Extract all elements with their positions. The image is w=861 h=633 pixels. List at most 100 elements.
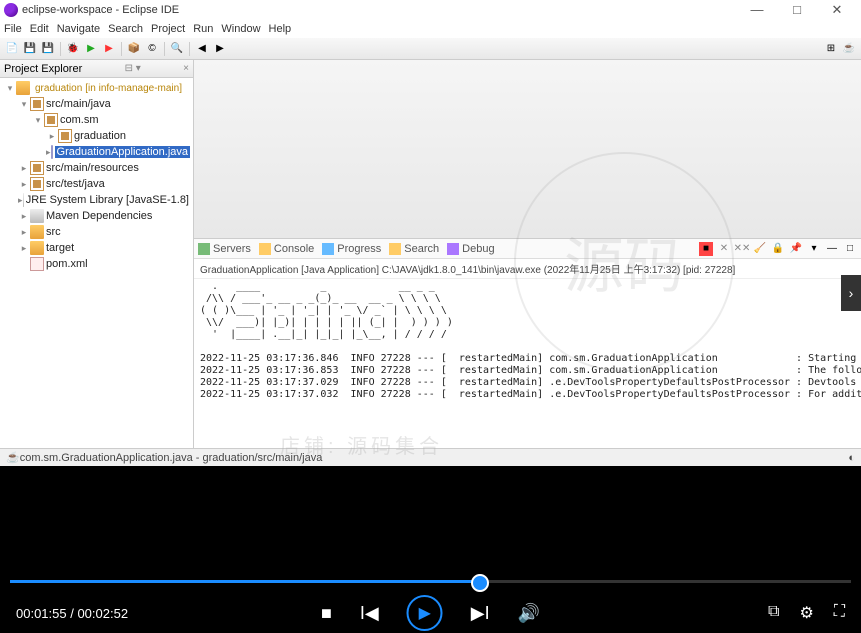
expand-sidebar-button[interactable]: ›: [841, 275, 861, 311]
project-tree: ▾graduation[in info-manage-main]▾src/mai…: [0, 78, 193, 448]
tree-item[interactable]: ▸ src: [0, 224, 193, 240]
tree-item[interactable]: pom.xml: [0, 256, 193, 272]
min-console-button[interactable]: —: [825, 242, 839, 256]
panel-close-button[interactable]: ×: [183, 63, 189, 74]
window-title: eclipse-workspace - Eclipse IDE: [22, 4, 179, 16]
search-icon: [389, 243, 401, 255]
titlebar[interactable]: eclipse-workspace - Eclipse IDE — □ ✕: [0, 0, 861, 20]
tab-progress[interactable]: Progress: [322, 243, 381, 255]
java-perspective-icon[interactable]: ☕: [841, 41, 857, 57]
terminate-button[interactable]: ■: [699, 242, 713, 256]
maximize-button[interactable]: □: [777, 2, 817, 18]
tab-servers[interactable]: Servers: [198, 243, 251, 255]
tree-item[interactable]: ▸graduation: [0, 128, 193, 144]
panel-collapse-button[interactable]: ⊟ ▾: [125, 63, 141, 74]
run-ext-button[interactable]: ▶: [101, 41, 117, 57]
progress-bar[interactable]: [10, 580, 851, 583]
back-button[interactable]: ◀: [194, 41, 210, 57]
remove-all-button[interactable]: ✕✕: [735, 242, 749, 256]
display-console-button[interactable]: ▾: [807, 242, 821, 256]
tree-label: src: [46, 226, 61, 238]
scroll-lock-button[interactable]: 🔒: [771, 242, 785, 256]
tab-debug[interactable]: Debug: [447, 243, 494, 255]
fullscreen-button[interactable]: ⛶: [834, 603, 845, 623]
tree-twist-icon[interactable]: ▸: [18, 211, 30, 222]
tree-item[interactable]: ▾src/main/java: [0, 96, 193, 112]
new-pkg-button[interactable]: 📦: [126, 41, 142, 57]
run-button[interactable]: ▶: [83, 41, 99, 57]
tab-search[interactable]: Search: [389, 243, 439, 255]
pip-button[interactable]: ⧉: [768, 603, 779, 623]
pin-console-button[interactable]: 📌: [789, 242, 803, 256]
tree-twist-icon[interactable]: ▸: [18, 163, 30, 174]
editor-area[interactable]: › 源码 YUAN MA JI HE: [194, 60, 861, 238]
pkg-icon: [58, 129, 72, 143]
max-console-button[interactable]: □: [843, 242, 857, 256]
tree-item[interactable]: ▾graduation[in info-manage-main]: [0, 80, 193, 96]
menu-edit[interactable]: Edit: [30, 23, 49, 35]
tree-item[interactable]: ▸JRE System Library [JavaSE-1.8]: [0, 192, 193, 208]
menu-search[interactable]: Search: [108, 23, 143, 35]
progress-fill: [10, 580, 481, 583]
tree-label: src/test/java: [46, 178, 105, 190]
menubar: File Edit Navigate Search Project Run Window He…: [0, 20, 861, 38]
tree-twist-icon[interactable]: ▸: [46, 131, 58, 142]
tab-console[interactable]: Console: [259, 243, 314, 255]
clear-console-button[interactable]: 🧹: [753, 242, 767, 256]
menu-window[interactable]: Window: [221, 23, 260, 35]
tree-twist-icon[interactable]: ▾: [18, 99, 30, 110]
tree-item[interactable]: ▸ src/test/java: [0, 176, 193, 192]
tree-item[interactable]: ▸ GraduationApplication.java: [0, 144, 193, 160]
search-button[interactable]: 🔍: [169, 41, 185, 57]
statusbar: ☕ com.sm.GraduationApplication.java - gr…: [0, 448, 861, 466]
remove-launch-button[interactable]: ✕: [717, 242, 731, 256]
tree-twist-icon[interactable]: ▸: [18, 195, 23, 206]
console-launch-label: GraduationApplication [Java Application]…: [194, 259, 861, 279]
play-button[interactable]: ▶: [407, 595, 443, 631]
settings-button[interactable]: ⚙: [799, 603, 813, 623]
prev-button[interactable]: I◀: [360, 603, 379, 624]
tree-item[interactable]: ▾com.sm: [0, 112, 193, 128]
tree-item[interactable]: ▸ target: [0, 240, 193, 256]
tree-twist-icon[interactable]: ▾: [32, 115, 44, 126]
tree-label: GraduationApplication.java: [55, 146, 190, 158]
eclipse-icon: [4, 3, 18, 17]
menu-run[interactable]: Run: [193, 23, 213, 35]
save-all-button[interactable]: 💾: [40, 41, 56, 57]
forward-button[interactable]: ▶: [212, 41, 228, 57]
debug-button[interactable]: 🐞: [65, 41, 81, 57]
tree-label: Maven Dependencies: [46, 210, 152, 222]
tree-label: pom.xml: [46, 258, 88, 270]
menu-navigate[interactable]: Navigate: [57, 23, 100, 35]
tree-label: target: [46, 242, 74, 254]
tree-twist-icon[interactable]: ▸: [46, 147, 51, 158]
new-button[interactable]: 📄: [4, 41, 20, 57]
tree-twist-icon[interactable]: ▸: [18, 243, 30, 254]
minimize-button[interactable]: —: [737, 2, 777, 18]
next-button[interactable]: ▶I: [471, 603, 490, 624]
tree-twist-icon[interactable]: ▸: [18, 227, 30, 238]
tab-label: Debug: [462, 243, 494, 255]
main-toolbar: 📄 💾 💾 🐞 ▶ ▶ 📦 © 🔍 ◀ ▶ ⊞ ☕: [0, 38, 861, 60]
status-heap-icon[interactable]: ◐: [848, 452, 855, 464]
stop-button[interactable]: ■: [321, 603, 332, 624]
tree-item[interactable]: ▸src/main/resources: [0, 160, 193, 176]
java-icon: [51, 145, 53, 159]
volume-button[interactable]: 🔊: [518, 603, 540, 624]
perspective-button[interactable]: ⊞: [823, 41, 839, 57]
tree-twist-icon[interactable]: ▸: [18, 179, 30, 190]
tree-item[interactable]: ▸ Maven Dependencies: [0, 208, 193, 224]
close-button[interactable]: ✕: [817, 2, 857, 18]
pkg-icon: [44, 113, 58, 127]
menu-file[interactable]: File: [4, 23, 22, 35]
progress-icon: [322, 243, 334, 255]
tree-twist-icon[interactable]: ▾: [4, 83, 16, 94]
menu-project[interactable]: Project: [151, 23, 185, 35]
new-class-button[interactable]: ©: [144, 41, 160, 57]
menu-help[interactable]: Help: [269, 23, 292, 35]
status-path: com.sm.GraduationApplication.java - grad…: [20, 452, 323, 464]
time-display: 00:01:55 / 00:02:52: [16, 606, 128, 621]
save-button[interactable]: 💾: [22, 41, 38, 57]
console-output[interactable]: . ____ _ __ _ _ /\\ / ___'_ __ _ _(_)_ _…: [194, 279, 861, 448]
console-panel: Servers Console Progress Search Debug ■ ✕ ✕✕…: [194, 238, 861, 448]
